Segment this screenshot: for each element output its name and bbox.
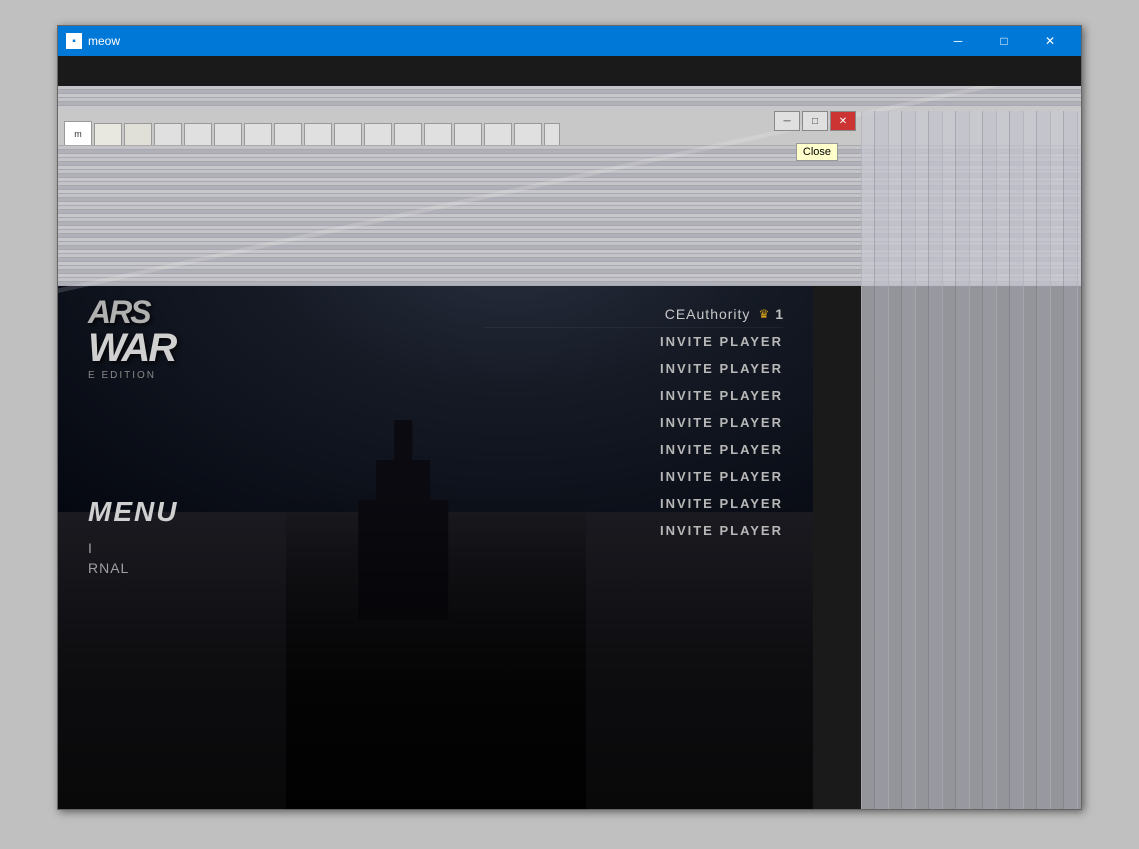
invite-player-button-8[interactable]: INVITE PLAYER	[483, 517, 783, 544]
logo-edition: E EDITION	[88, 370, 218, 381]
invite-player-button-6[interactable]: INVITE PLAYER	[483, 463, 783, 490]
desktop: ▪ meow ─ □ ✕	[0, 0, 1139, 849]
invite-text-6: INVITE PLAYER	[660, 469, 783, 484]
title-bar: ▪ meow ─ □ ✕	[58, 26, 1081, 56]
game-menu: MENU I RNAL	[88, 496, 178, 578]
window-title: meow	[88, 34, 935, 48]
invite-text-3: INVITE PLAYER	[660, 388, 783, 403]
invite-player-button-3[interactable]: INVITE PLAYER	[483, 382, 783, 409]
invite-text-4: INVITE PLAYER	[660, 415, 783, 430]
invite-text-5: INVITE PLAYER	[660, 442, 783, 457]
inner-close-button[interactable]: ✕	[830, 111, 856, 131]
inner-minimize-button[interactable]: ─	[774, 111, 800, 131]
invite-text-2: INVITE PLAYER	[660, 361, 783, 376]
invite-text-1: INVITE PLAYER	[660, 334, 783, 349]
invite-player-button-5[interactable]: INVITE PLAYER	[483, 436, 783, 463]
menu-title: MENU	[88, 496, 178, 528]
logo-line2: WAR	[88, 328, 218, 368]
invite-player-button-2[interactable]: INVITE PLAYER	[483, 355, 783, 382]
window-icon: ▪	[66, 33, 82, 49]
invite-player-button-4[interactable]: INVITE PLAYER	[483, 409, 783, 436]
menu-item-2[interactable]: RNAL	[88, 558, 178, 578]
main-window: ▪ meow ─ □ ✕	[57, 25, 1082, 810]
menu-items: I RNAL	[88, 538, 178, 578]
invite-text-7: INVITE PLAYER	[660, 496, 783, 511]
window-controls: ─ □ ✕	[935, 26, 1073, 56]
minimize-button[interactable]: ─	[935, 26, 981, 56]
menu-item-1[interactable]: I	[88, 538, 178, 558]
invite-player-button-1[interactable]: INVITE PLAYER	[483, 328, 783, 355]
maximize-button[interactable]: □	[981, 26, 1027, 56]
inner-maximize-button[interactable]: □	[802, 111, 828, 131]
glitch-vertical-lines	[861, 111, 1081, 809]
close-tooltip: Close	[796, 143, 838, 161]
vert-line-group	[861, 111, 1081, 809]
invite-player-button-7[interactable]: INVITE PLAYER	[483, 490, 783, 517]
invite-text-8: INVITE PLAYER	[660, 523, 783, 538]
window-content: m	[58, 56, 1081, 809]
inner-window-controls: ─ □ ✕ Close	[774, 111, 856, 131]
close-button[interactable]: ✕	[1027, 26, 1073, 56]
